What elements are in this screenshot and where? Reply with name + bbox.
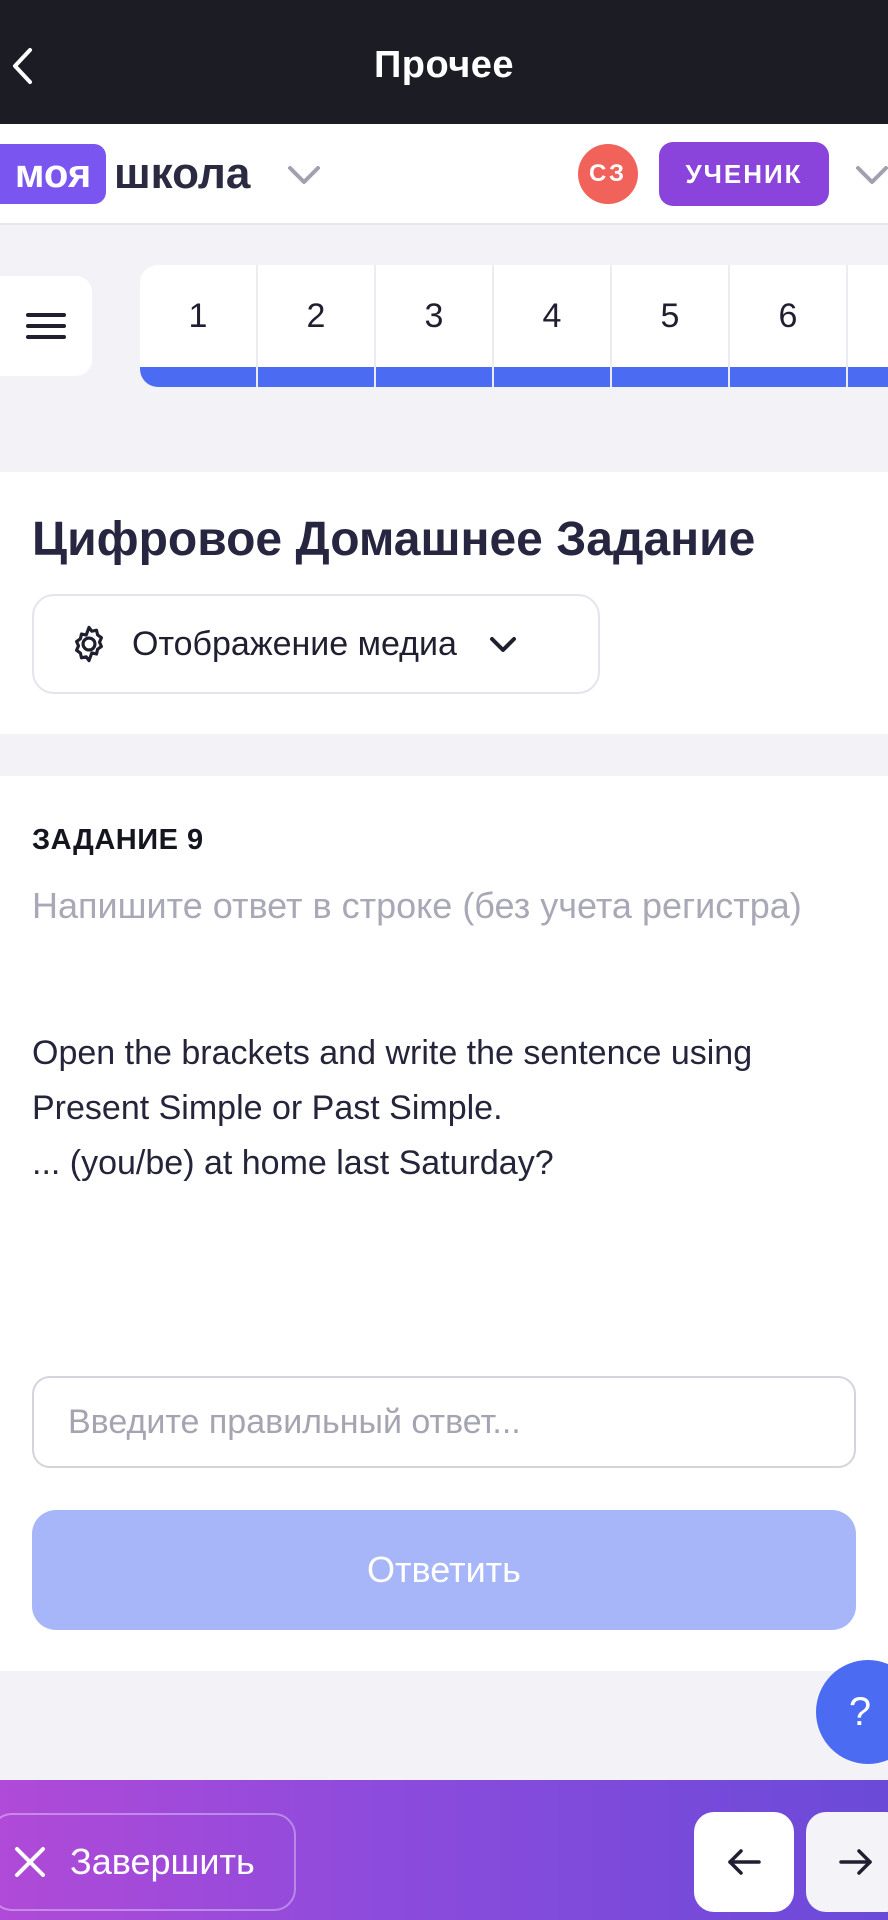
task-tab-number: 3: [424, 296, 444, 335]
task-tab-1[interactable]: 1: [140, 265, 258, 387]
next-task-button[interactable]: [806, 1812, 888, 1912]
avatar[interactable]: СЗ: [578, 144, 638, 204]
page-title: Прочее: [373, 44, 515, 86]
task-tab-6[interactable]: 6: [730, 265, 848, 387]
task-card: ЗАДАНИЕ 9 Напишите ответ в строке (без у…: [0, 776, 888, 1671]
task-number-strip: 1 2 3 4 5 6: [140, 265, 888, 387]
task-hint: Напишите ответ в строке (без учета регис…: [32, 885, 802, 926]
task-status-bar: [258, 367, 374, 387]
task-status-bar: [848, 367, 888, 387]
top-navigation-bar: Прочее: [0, 0, 888, 124]
task-tab-number: 1: [188, 296, 208, 335]
logo-shkola: школа: [114, 149, 251, 198]
chevron-down-icon[interactable]: [286, 160, 322, 190]
task-tab-number: 4: [542, 296, 562, 335]
arrow-left-icon: [728, 1849, 761, 1875]
task-status-bar: [494, 367, 610, 387]
task-tab-next[interactable]: [848, 265, 888, 387]
task-tab-4[interactable]: 4: [494, 265, 612, 387]
gear-icon: [75, 625, 104, 663]
answer-input[interactable]: [32, 1376, 856, 1468]
media-display-label: Отображение медиа: [132, 624, 457, 663]
role-badge[interactable]: УЧЕНИК: [659, 142, 829, 206]
hamburger-icon: [26, 313, 66, 339]
task-tab-number: 6: [778, 296, 798, 335]
task-tab-number: 5: [660, 296, 680, 335]
chevron-down-icon[interactable]: [854, 160, 888, 190]
task-question: Open the brackets and write the sentence…: [32, 1034, 753, 1182]
task-tab-5[interactable]: 5: [612, 265, 730, 387]
finish-button[interactable]: Завершить: [0, 1813, 296, 1911]
task-heading: ЗАДАНИЕ 9: [32, 824, 204, 856]
task-tab-3[interactable]: 3: [376, 265, 494, 387]
homework-title: Цифровое Домашнее Задание: [32, 513, 756, 566]
task-status-bar: [612, 367, 728, 387]
task-tab-number: 2: [306, 296, 326, 335]
chevron-down-icon: [489, 637, 516, 652]
media-display-dropdown[interactable]: Отображение медиа: [32, 594, 600, 694]
task-tab-2[interactable]: 2: [258, 265, 376, 387]
help-button[interactable]: ?: [816, 1660, 888, 1764]
app-header: моя школа СЗ УЧЕНИК: [0, 124, 888, 225]
finish-label: Завершить: [70, 1841, 255, 1882]
bottom-action-bar: Завершить: [0, 1780, 888, 1920]
close-icon: [15, 1847, 45, 1877]
submit-answer-button[interactable]: Ответить: [32, 1510, 856, 1630]
arrow-right-icon: [839, 1849, 872, 1875]
task-status-bar: [376, 367, 492, 387]
menu-button[interactable]: [0, 276, 92, 376]
task-status-bar: [140, 367, 256, 387]
homework-card: Цифровое Домашнее Задание Отображение ме…: [0, 472, 888, 734]
previous-task-button[interactable]: [694, 1812, 794, 1912]
logo-moya: моя: [0, 144, 106, 204]
task-status-bar: [730, 367, 846, 387]
